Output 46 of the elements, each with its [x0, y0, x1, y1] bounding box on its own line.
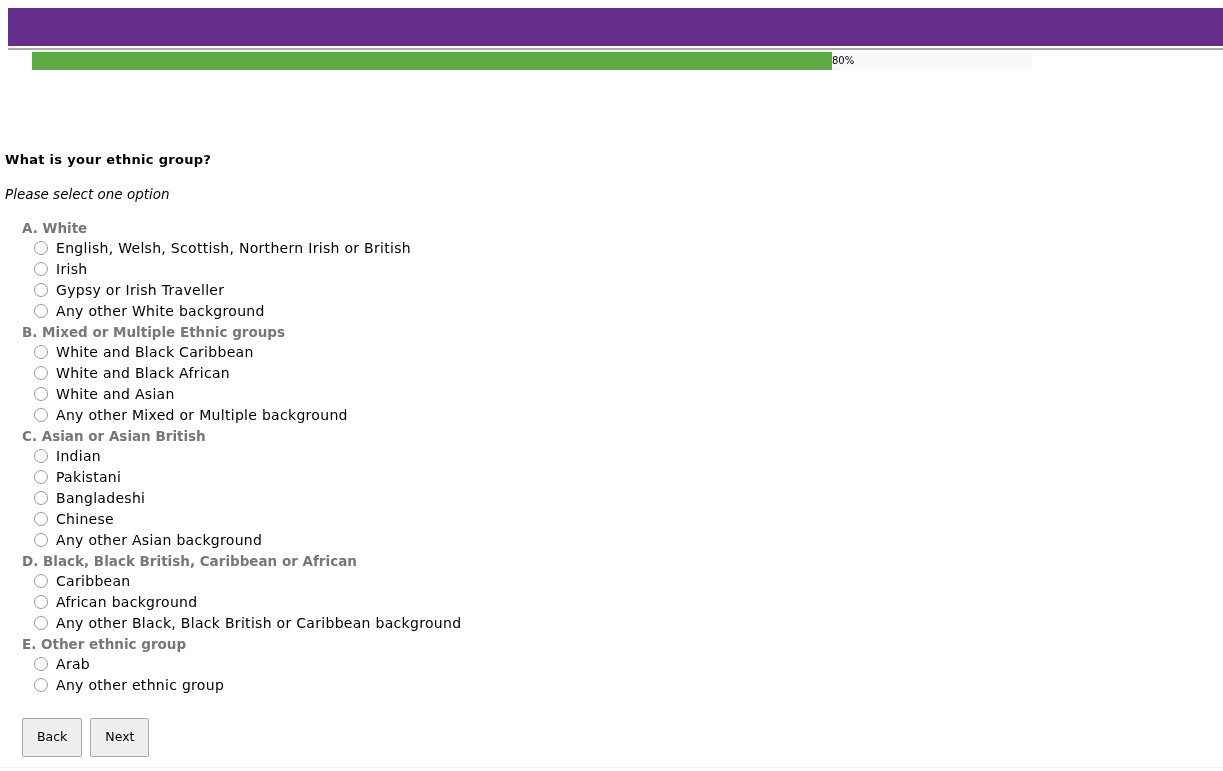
instruction-text: Please select one option	[5, 184, 171, 204]
option-label[interactable]: White and Asian	[56, 383, 175, 405]
option-label[interactable]: Arab	[56, 653, 90, 675]
group-heading: B. Mixed or Multiple Ethnic groups	[22, 322, 287, 342]
radio-button[interactable]	[34, 678, 48, 693]
group-heading: A. White	[22, 218, 89, 238]
radio-button[interactable]	[34, 262, 48, 277]
option-label[interactable]: White and Black Caribbean	[56, 341, 254, 363]
radio-button[interactable]	[34, 283, 48, 298]
option-label[interactable]: Gypsy or Irish Traveller	[56, 279, 225, 301]
radio-button[interactable]	[34, 657, 48, 672]
option-label[interactable]: English, Welsh, Scottish, Northern Irish or British	[56, 237, 411, 259]
option-label[interactable]: Chinese	[56, 508, 115, 530]
radio-button[interactable]	[34, 449, 48, 464]
radio-button[interactable]	[34, 345, 48, 360]
option-label[interactable]: Pakistani	[56, 466, 122, 488]
radio-button[interactable]	[34, 512, 48, 527]
option-label[interactable]: Bangladeshi	[56, 487, 146, 509]
option-label[interactable]: Irish	[56, 258, 88, 280]
radio-button[interactable]	[34, 387, 48, 402]
option-label[interactable]: Any other Mixed or Multiple background	[56, 404, 348, 426]
radio-button[interactable]	[34, 366, 48, 381]
option-label[interactable]: White and Black African	[56, 362, 230, 384]
radio-button[interactable]	[34, 533, 48, 548]
radio-button[interactable]	[34, 616, 48, 631]
option-label[interactable]: Any other White background	[56, 300, 265, 322]
option-label[interactable]: African background	[56, 591, 198, 613]
back-button[interactable]: Back	[22, 717, 83, 757]
radio-button[interactable]	[34, 574, 48, 589]
radio-button[interactable]	[34, 408, 48, 423]
option-label[interactable]: Caribbean	[56, 570, 131, 592]
group-heading: D. Black, Black British, Caribbean or African	[22, 551, 358, 571]
next-button[interactable]: Next	[90, 717, 150, 757]
option-label[interactable]: Any other Asian background	[56, 529, 263, 551]
radio-button[interactable]	[34, 470, 48, 485]
group-heading: C. Asian or Asian British	[22, 426, 207, 446]
option-label[interactable]: Indian	[56, 445, 102, 467]
option-label[interactable]: Any other Black, Black British or Caribbean background	[56, 612, 462, 634]
radio-button[interactable]	[34, 491, 48, 506]
radio-button[interactable]	[34, 595, 48, 610]
question-title: What is your ethnic group?	[5, 151, 213, 169]
radio-button[interactable]	[34, 241, 48, 256]
radio-button[interactable]	[34, 304, 48, 319]
progress-label: 80%	[832, 54, 855, 68]
group-heading: E. Other ethnic group	[22, 634, 188, 654]
option-label[interactable]: Any other ethnic group	[56, 674, 225, 696]
